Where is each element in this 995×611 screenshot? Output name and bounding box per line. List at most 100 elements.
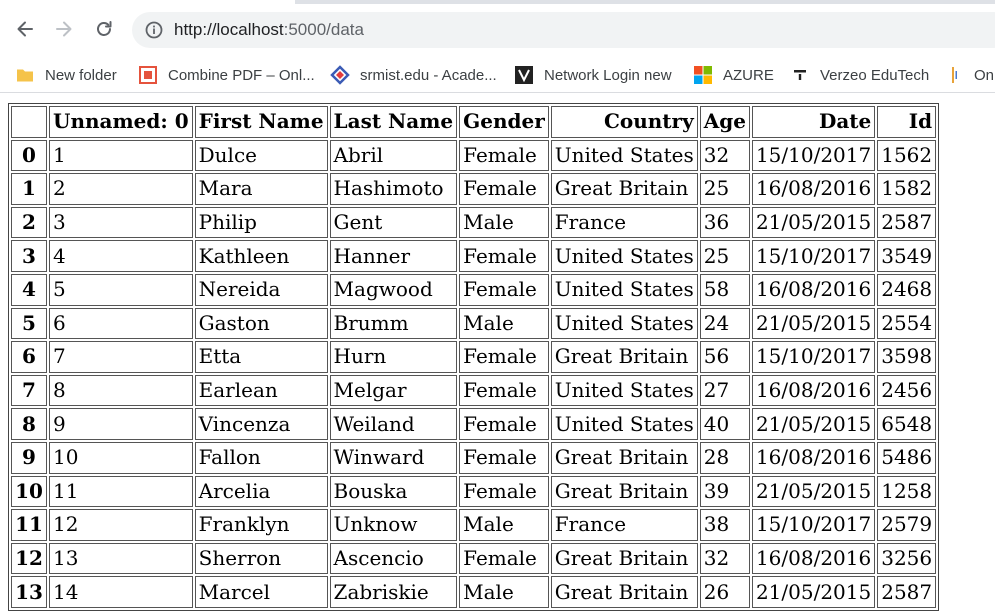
network-icon <box>515 66 533 84</box>
cell-last-name: Brumm <box>329 307 458 340</box>
bookmark-srmist[interactable]: srmist.edu - Acade... <box>330 58 497 92</box>
bookmark-combine-pdf[interactable]: Combine PDF – Onl... <box>138 58 315 92</box>
cell-id: 2554 <box>877 307 937 340</box>
cell-age: 58 <box>699 273 750 306</box>
column-header-id: Id <box>877 106 937 138</box>
cell-date: 16/08/2016 <box>751 374 876 407</box>
cell-country: United States <box>550 307 698 340</box>
bookmark-new-folder[interactable]: New folder <box>15 58 117 92</box>
cell-gender: Female <box>459 240 549 272</box>
table-row: 0 1 Dulce Abril Female United States 32 15/10/2… <box>11 139 937 172</box>
bookmark-verzeo[interactable]: Verzeo EduTech <box>790 58 929 92</box>
cell-first-name: Sherron <box>194 542 328 575</box>
cell-unnamed: 8 <box>49 374 193 407</box>
row-index: 12 <box>11 542 47 575</box>
cell-date: 16/08/2016 <box>751 441 876 474</box>
cell-id: 2456 <box>877 374 937 407</box>
row-index: 9 <box>11 441 47 474</box>
table-row: 6 7 Etta Hurn Female Great Britain 56 15/10/201… <box>11 341 937 373</box>
cell-age: 39 <box>699 475 750 508</box>
url-text[interactable]: http://localhost:5000/data <box>174 20 364 40</box>
cell-country: United States <box>550 408 698 440</box>
table-body: 0 1 Dulce Abril Female United States 32 15/10/2… <box>11 139 937 608</box>
cell-date: 16/08/2016 <box>751 173 876 205</box>
cell-date: 15/10/2017 <box>751 341 876 373</box>
row-index: 1 <box>11 173 47 205</box>
cell-country: Great Britain <box>550 173 698 205</box>
column-header-country: Country <box>550 106 698 138</box>
table-row: 9 10 Fallon Winward Female Great Britain 28 16/… <box>11 441 937 474</box>
cell-unnamed: 6 <box>49 307 193 340</box>
cell-age: 32 <box>699 542 750 575</box>
bookmark-label: Network Login new <box>544 66 672 84</box>
arrow-right-icon <box>56 21 72 37</box>
cell-date: 21/05/2015 <box>751 307 876 340</box>
cell-unnamed: 12 <box>49 509 193 541</box>
cell-last-name: Ascencio <box>329 542 458 575</box>
forward-button[interactable] <box>49 14 79 44</box>
cell-gender: Male <box>459 509 549 541</box>
cell-id: 6548 <box>877 408 937 440</box>
cell-last-name: Hurn <box>329 341 458 373</box>
cell-id: 3598 <box>877 341 937 373</box>
tab-strip-edge <box>0 0 995 7</box>
cell-first-name: Gaston <box>194 307 328 340</box>
address-bar[interactable]: http://localhost:5000/data <box>132 12 995 48</box>
cell-id: 3256 <box>877 542 937 575</box>
cell-id: 2587 <box>877 206 937 239</box>
cell-date: 15/10/2017 <box>751 509 876 541</box>
table-row: 8 9 Vincenza Weiland Female United States 40 21… <box>11 408 937 440</box>
cell-country: France <box>550 509 698 541</box>
page-content: Unnamed: 0 First Name Last Name Gender C… <box>8 103 940 611</box>
cell-gender: Female <box>459 408 549 440</box>
cell-date: 21/05/2015 <box>751 206 876 239</box>
column-header-unnamed: Unnamed: 0 <box>49 106 193 138</box>
verzeo-icon <box>794 70 806 80</box>
cell-first-name: Kathleen <box>194 240 328 272</box>
cell-date: 16/08/2016 <box>751 273 876 306</box>
cell-unnamed: 13 <box>49 542 193 575</box>
cell-country: Great Britain <box>550 542 698 575</box>
cell-last-name: Hanner <box>329 240 458 272</box>
cell-unnamed: 11 <box>49 475 193 508</box>
url-path: :5000/data <box>283 20 364 39</box>
cell-unnamed: 7 <box>49 341 193 373</box>
cell-id: 2579 <box>877 509 937 541</box>
row-index: 5 <box>11 307 47 340</box>
reload-button[interactable] <box>89 14 119 44</box>
cell-age: 25 <box>699 240 750 272</box>
cell-gender: Male <box>459 206 549 239</box>
column-header-last-name: Last Name <box>329 106 458 138</box>
cell-first-name: Earlean <box>194 374 328 407</box>
table-row: 13 14 Marcel Zabriskie Male Great Britain 26 21… <box>11 576 937 608</box>
bookmark-label: AZURE <box>723 66 774 84</box>
cell-age: 26 <box>699 576 750 608</box>
cell-last-name: Weiland <box>329 408 458 440</box>
back-button[interactable] <box>10 14 40 44</box>
bookmark-label: New folder <box>45 66 117 84</box>
cell-age: 25 <box>699 173 750 205</box>
info-icon[interactable] <box>144 20 164 40</box>
cell-unnamed: 1 <box>49 139 193 172</box>
bookmark-network-login[interactable]: Network Login new <box>514 58 672 92</box>
cell-date: 21/05/2015 <box>751 475 876 508</box>
cell-country: Great Britain <box>550 576 698 608</box>
row-index: 10 <box>11 475 47 508</box>
cell-gender: Male <box>459 576 549 608</box>
bookmark-azure[interactable]: AZURE <box>693 58 774 92</box>
row-index: 11 <box>11 509 47 541</box>
cell-first-name: Vincenza <box>194 408 328 440</box>
table-row: 12 13 Sherron Ascencio Female Great Britain 32… <box>11 542 937 575</box>
row-index: 3 <box>11 240 47 272</box>
cell-first-name: Mara <box>194 173 328 205</box>
microsoft-icon <box>694 66 712 84</box>
cell-country: France <box>550 206 698 239</box>
cell-country: United States <box>550 240 698 272</box>
cell-unnamed: 10 <box>49 441 193 474</box>
cell-gender: Female <box>459 341 549 373</box>
cell-unnamed: 4 <box>49 240 193 272</box>
table-row: 3 4 Kathleen Hanner Female United States 25 15/… <box>11 240 937 272</box>
header-row: Unnamed: 0 First Name Last Name Gender C… <box>11 106 937 138</box>
bookmark-onl[interactable]: Onl <box>944 58 995 92</box>
cell-country: Great Britain <box>550 441 698 474</box>
